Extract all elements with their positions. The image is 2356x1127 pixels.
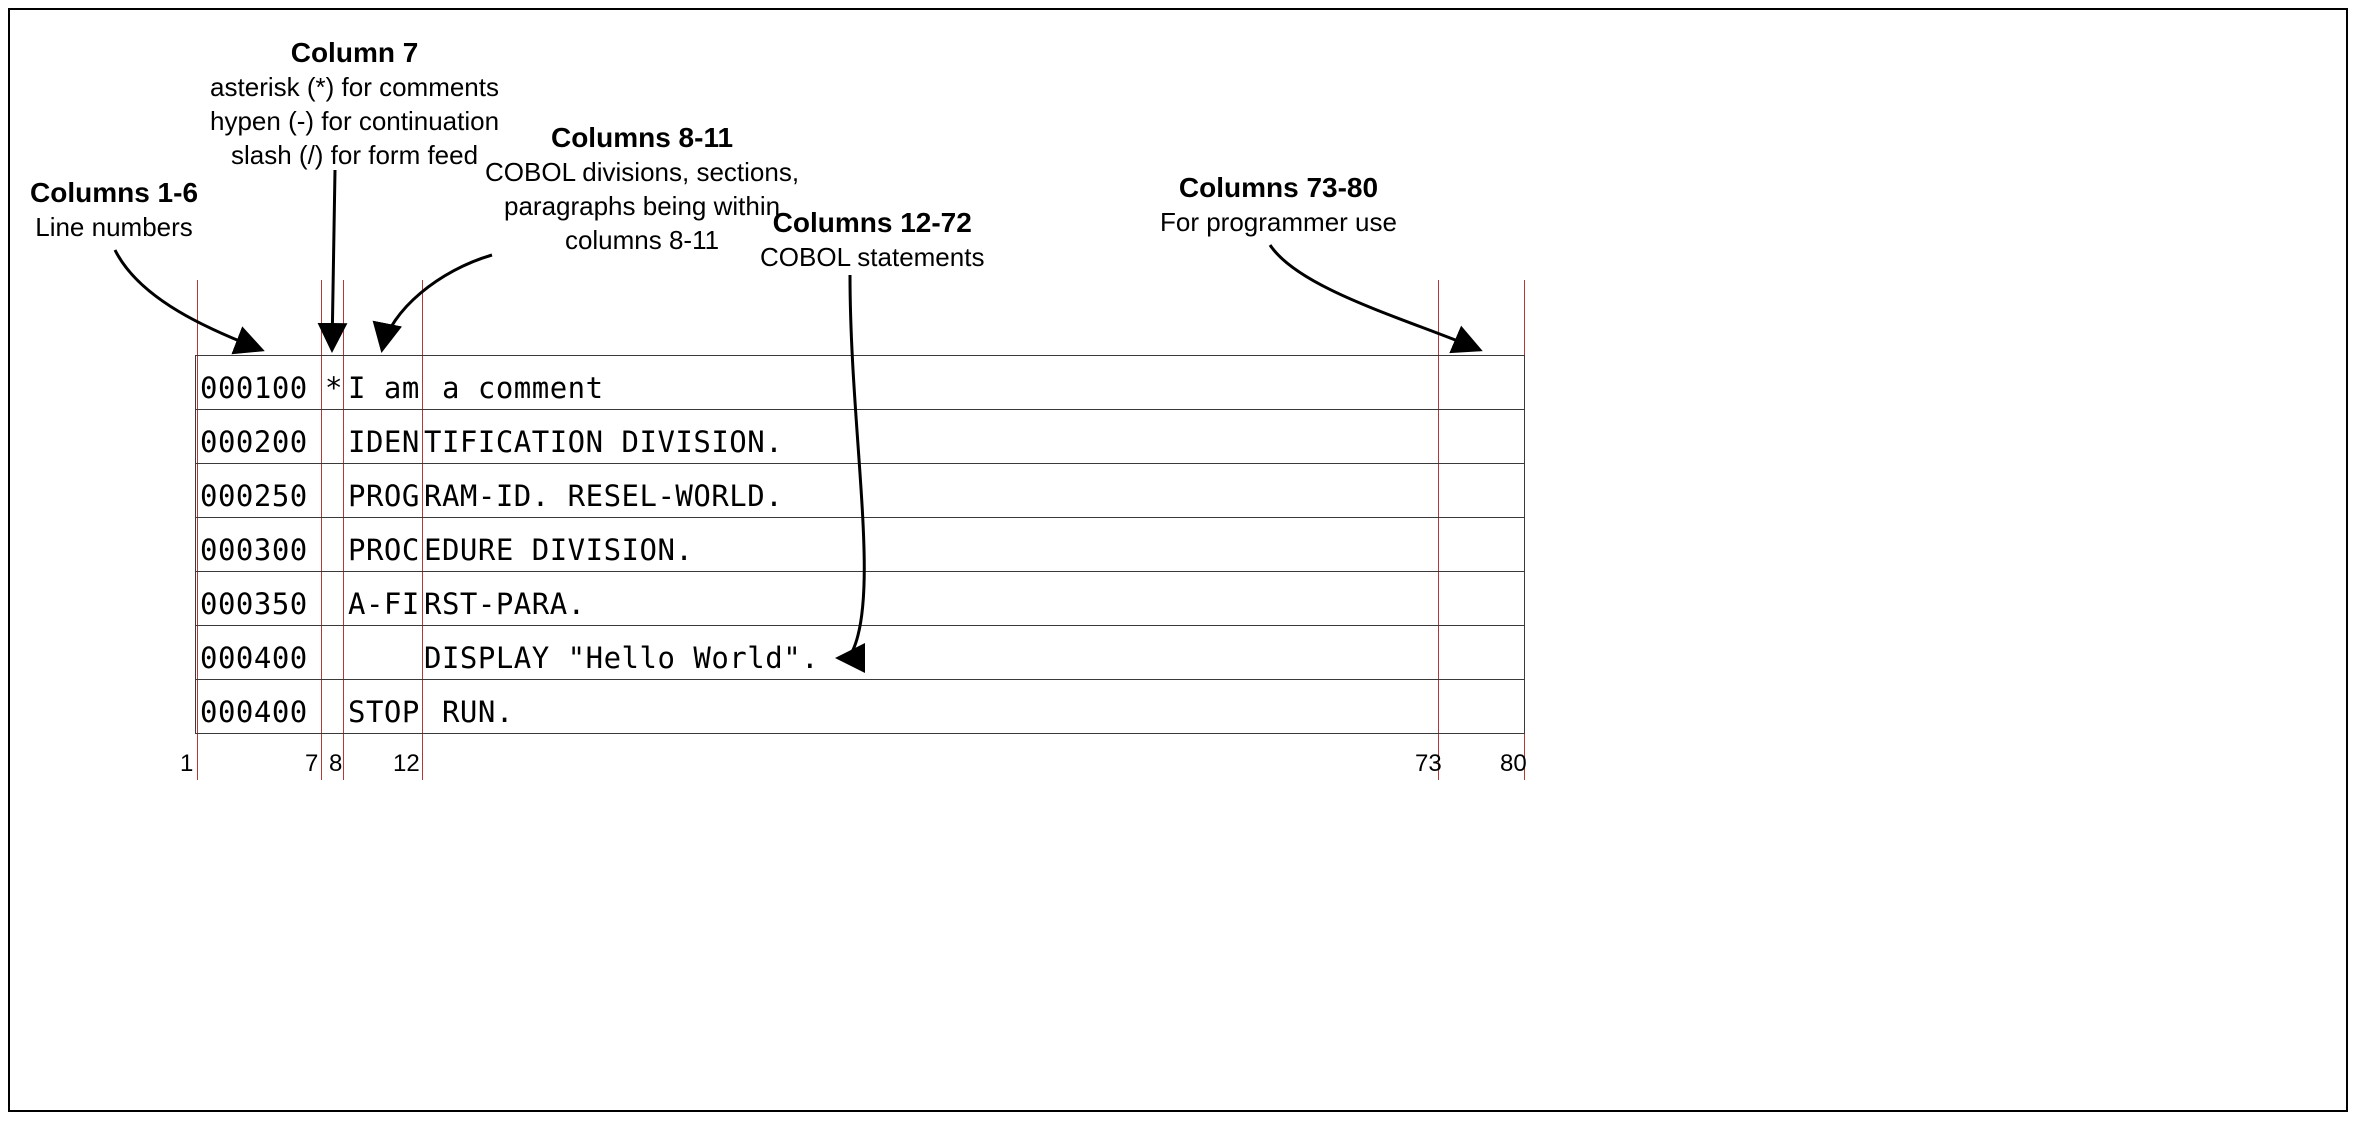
code-row: 000300 PROCEDURE DIVISION. bbox=[196, 518, 1525, 572]
code-row: 000200 IDENTIFICATION DIVISION. bbox=[196, 410, 1525, 464]
area-a: A-FI bbox=[344, 577, 424, 621]
area-a bbox=[344, 631, 424, 641]
indicator-area bbox=[324, 469, 344, 479]
label-cols-1-6: Columns 1-6 Line numbers bbox=[30, 175, 198, 245]
line-number: 000400 bbox=[196, 685, 324, 729]
label-col-7: Column 7 asterisk (*) for comments hypen… bbox=[210, 35, 499, 173]
label-cols-12-72: Columns 12-72 COBOL statements bbox=[760, 205, 984, 275]
prog-use bbox=[1436, 361, 1520, 371]
label-title: Columns 73-80 bbox=[1179, 172, 1378, 203]
tick-12: 12 bbox=[393, 750, 420, 778]
area-b: a comment bbox=[424, 361, 1436, 405]
diagram-frame: Columns 1-6 Line numbers Column 7 asteri… bbox=[8, 8, 2348, 1112]
prog-use bbox=[1436, 685, 1520, 695]
indicator-area bbox=[324, 631, 344, 641]
line-number: 000250 bbox=[196, 469, 324, 513]
indicator-area bbox=[324, 523, 344, 533]
line-number: 000350 bbox=[196, 577, 324, 621]
label-sub: hypen (-) for continuation bbox=[210, 106, 499, 136]
label-cols-8-11: Columns 8-11 COBOL divisions, sections, … bbox=[485, 120, 799, 258]
tick-1: 1 bbox=[180, 750, 193, 778]
tick-8: 8 bbox=[329, 750, 342, 778]
label-sub: COBOL statements bbox=[760, 242, 984, 272]
area-b: RST-PARA. bbox=[424, 577, 1436, 621]
label-sub: paragraphs being within bbox=[504, 191, 780, 221]
code-row: 000400 DISPLAY "Hello World". bbox=[196, 626, 1525, 680]
indicator-area bbox=[324, 415, 344, 425]
label-sub: columns 8-11 bbox=[565, 225, 719, 255]
indicator-area bbox=[324, 577, 344, 587]
label-sub: asterisk (*) for comments bbox=[210, 72, 499, 102]
label-sub: COBOL divisions, sections, bbox=[485, 157, 799, 187]
code-row: 000400 STOP RUN. bbox=[196, 680, 1525, 734]
indicator-area bbox=[324, 685, 344, 695]
line-number: 000300 bbox=[196, 523, 324, 567]
area-a: PROG bbox=[344, 469, 424, 513]
line-number: 000200 bbox=[196, 415, 324, 459]
line-number: 000400 bbox=[196, 631, 324, 675]
prog-use bbox=[1436, 577, 1520, 587]
area-b: EDURE DIVISION. bbox=[424, 523, 1436, 567]
area-b: RAM-ID. RESEL-WORLD. bbox=[424, 469, 1436, 513]
label-title: Columns 12-72 bbox=[773, 207, 972, 238]
tick-7: 7 bbox=[305, 750, 318, 778]
label-title: Columns 8-11 bbox=[551, 122, 733, 153]
label-title: Column 7 bbox=[291, 37, 419, 68]
tick-80: 80 bbox=[1500, 750, 1527, 778]
prog-use bbox=[1436, 631, 1520, 641]
cobol-coding-sheet: 000100*I am a comment 000200 IDENTIFICATIO… bbox=[195, 355, 1525, 734]
area-a: IDEN bbox=[344, 415, 424, 459]
area-a: I am bbox=[344, 361, 424, 405]
code-row: 000250 PROGRAM-ID. RESEL-WORLD. bbox=[196, 464, 1525, 518]
prog-use bbox=[1436, 415, 1520, 425]
label-sub: Line numbers bbox=[35, 212, 193, 242]
prog-use bbox=[1436, 523, 1520, 533]
area-a: STOP bbox=[344, 685, 424, 729]
label-title: Columns 1-6 bbox=[30, 177, 198, 208]
area-b: TIFICATION DIVISION. bbox=[424, 415, 1436, 459]
indicator-area: * bbox=[324, 361, 344, 405]
code-row: 000100*I am a comment bbox=[196, 356, 1525, 410]
area-b: DISPLAY "Hello World". bbox=[424, 631, 1436, 675]
code-row: 000350 A-FIRST-PARA. bbox=[196, 572, 1525, 626]
tick-73: 73 bbox=[1415, 750, 1442, 778]
line-number: 000100 bbox=[196, 361, 324, 405]
area-b: RUN. bbox=[424, 685, 1436, 729]
label-cols-73-80: Columns 73-80 For programmer use bbox=[1160, 170, 1397, 240]
area-a: PROC bbox=[344, 523, 424, 567]
prog-use bbox=[1436, 469, 1520, 479]
label-sub: slash (/) for form feed bbox=[231, 140, 478, 170]
label-sub: For programmer use bbox=[1160, 207, 1397, 237]
